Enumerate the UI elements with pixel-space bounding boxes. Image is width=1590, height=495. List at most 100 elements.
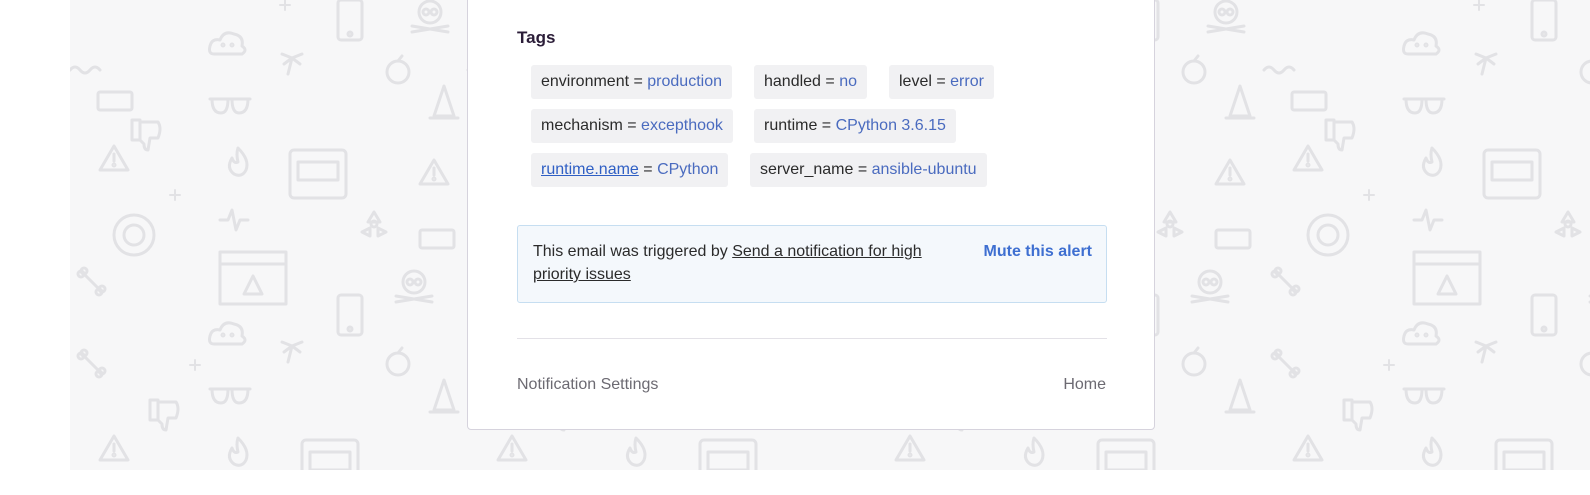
cloud-icon xyxy=(1402,31,1441,56)
tv-icon xyxy=(288,148,348,200)
warning-icon xyxy=(1214,158,1246,186)
palm-icon xyxy=(280,52,304,76)
tag-value: error xyxy=(950,73,984,90)
phone-icon xyxy=(1530,0,1558,42)
ring-icon xyxy=(112,213,156,257)
skull-icon xyxy=(1190,269,1230,304)
thumbs-icon xyxy=(1342,398,1374,432)
bone-icon xyxy=(1270,266,1301,297)
orange-icon xyxy=(385,346,411,377)
tag-separator: = xyxy=(817,117,836,134)
browser-icon xyxy=(218,250,288,306)
dot-icon xyxy=(1473,0,1485,11)
palm-icon xyxy=(1474,52,1498,76)
thumbs-icon xyxy=(130,118,162,152)
tag-key: handled xyxy=(764,73,821,90)
orange-icon xyxy=(385,54,411,85)
dot-icon xyxy=(1363,189,1375,201)
tag-runtime: runtime = CPython 3.6.15 xyxy=(754,109,956,143)
tag-separator: = xyxy=(622,117,642,134)
tag-server-name: server_name = ansible-ubuntu xyxy=(750,153,987,187)
bone-icon xyxy=(76,266,107,297)
browser-icon xyxy=(1412,250,1482,306)
warning-icon xyxy=(98,434,130,462)
skull-icon xyxy=(394,269,434,304)
orange-icon xyxy=(1579,351,1590,377)
radiation-icon xyxy=(1156,210,1184,238)
tag-key: mechanism xyxy=(541,117,623,134)
tag-value: ansible-ubuntu xyxy=(871,161,977,178)
palm-icon xyxy=(1474,340,1498,364)
tv-icon xyxy=(1482,148,1542,200)
warning-icon xyxy=(894,434,926,462)
bone-icon xyxy=(1270,348,1301,379)
warning-icon xyxy=(1292,434,1324,462)
tv-icon xyxy=(1096,438,1156,470)
ring-icon xyxy=(1306,213,1350,257)
badge-icon xyxy=(418,228,456,250)
fire-icon xyxy=(227,146,249,177)
tag-key: environment xyxy=(541,73,630,90)
glasses-icon xyxy=(1402,387,1446,405)
tag-value: CPython xyxy=(657,161,719,178)
badge-icon xyxy=(96,90,134,112)
warning-icon xyxy=(1292,144,1324,172)
tag-value: CPython 3.6.15 xyxy=(835,117,946,134)
badge-icon xyxy=(1214,228,1252,250)
badge-icon xyxy=(1290,90,1328,112)
tv-icon xyxy=(698,438,758,470)
thumbs-icon xyxy=(148,398,180,432)
glasses-icon xyxy=(208,387,252,405)
pulse-icon xyxy=(1412,208,1444,232)
tv-icon xyxy=(1494,438,1554,470)
dot-icon xyxy=(189,359,201,371)
tags-heading: Tags xyxy=(517,28,556,47)
tag-separator: = xyxy=(629,73,648,90)
phone-icon xyxy=(336,293,364,337)
home-link[interactable]: Home xyxy=(1063,376,1106,394)
dot-icon xyxy=(1383,359,1395,371)
tag-mechanism: mechanism = excepthook xyxy=(531,109,733,143)
tag-value: production xyxy=(647,73,722,90)
cloud-icon xyxy=(208,321,247,346)
radiation-icon xyxy=(360,210,388,238)
bone-icon xyxy=(76,348,107,379)
tag-value: excepthook xyxy=(641,117,723,134)
warning-icon xyxy=(496,434,528,462)
fire-icon xyxy=(1421,146,1443,177)
tag-key-link[interactable]: runtime.name xyxy=(541,161,639,178)
tag-key: server_name xyxy=(760,161,854,178)
mute-alert-link[interactable]: Mute this alert xyxy=(984,243,1092,261)
thumbs-icon xyxy=(1324,118,1356,152)
tv-icon xyxy=(300,438,360,470)
tag-environment: environment = production xyxy=(531,65,732,99)
tag-key: runtime xyxy=(764,117,818,134)
cone-icon xyxy=(1224,378,1256,414)
glasses-icon xyxy=(1402,97,1446,115)
orange-icon xyxy=(1181,346,1207,377)
tag-separator: = xyxy=(931,73,951,90)
tag-level: level = error xyxy=(889,65,994,99)
skull-icon xyxy=(1206,0,1246,34)
orange-icon xyxy=(1181,54,1207,85)
alert-prefix: This email was triggered by xyxy=(533,243,733,260)
wave-icon xyxy=(70,65,102,75)
fire-icon xyxy=(1023,436,1045,467)
dot-icon xyxy=(169,189,181,201)
orange-icon xyxy=(1579,59,1590,85)
fire-icon xyxy=(1421,436,1443,467)
alert-trigger-text: This email was triggered by Send a notif… xyxy=(533,240,973,286)
cone-icon xyxy=(428,378,460,414)
fire-icon xyxy=(227,436,249,467)
cloud-icon xyxy=(1402,321,1441,346)
radiation-icon xyxy=(1554,210,1582,238)
cone-icon xyxy=(1224,84,1256,120)
cloud-icon xyxy=(208,31,247,56)
tag-handled: handled = no xyxy=(754,65,867,99)
warning-icon xyxy=(98,144,130,172)
notification-settings-link[interactable]: Notification Settings xyxy=(517,376,658,394)
tag-runtime-name: runtime.name = CPython xyxy=(531,153,729,187)
tag-value: no xyxy=(839,73,857,90)
tag-separator: = xyxy=(820,73,840,90)
tag-key: level xyxy=(899,73,932,90)
